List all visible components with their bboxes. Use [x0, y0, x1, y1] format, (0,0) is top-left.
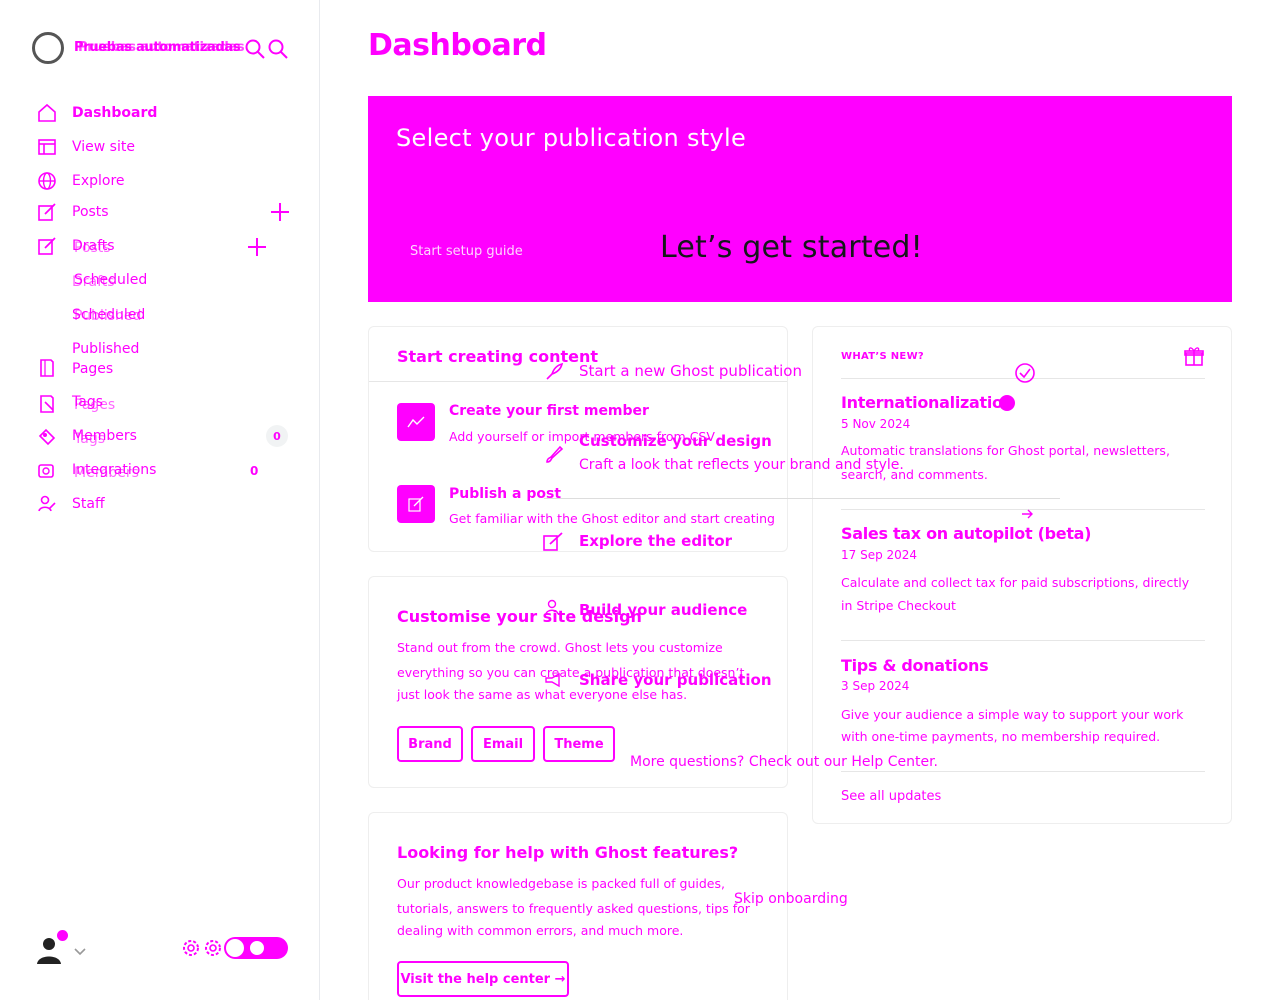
member-icon [397, 403, 435, 441]
step-build-audience[interactable]: Build your audience [579, 601, 747, 619]
sidebar: Pruebas automatizadas Pruebas automatiza… [0, 0, 320, 1000]
whats-new-card: WHAT’S NEW? Internationalization 5 Nov 2… [812, 326, 1232, 824]
card-body-line: Our product knowledgebase is packed full… [397, 876, 725, 891]
update-desc: Automatic translations for Ghost portal,… [841, 443, 1170, 458]
banner-heading: Select your publication style [396, 124, 747, 152]
card-title: Start creating content [397, 347, 599, 366]
pencil-icon [37, 236, 57, 256]
gear-icon[interactable] [202, 937, 224, 963]
sidebar-item-drafts-ghost: Drafts [72, 274, 115, 290]
email-button[interactable]: Email [471, 726, 535, 762]
update-title-link[interactable]: Tips & donations [841, 656, 989, 675]
card-body-line: Stand out from the crowd. Ghost lets you… [397, 640, 723, 655]
whats-new-label: WHAT’S NEW? [841, 351, 924, 362]
start-setup-guide-link[interactable]: Start setup guide [410, 244, 523, 259]
update-desc: with one-time payments, no membership re… [841, 729, 1161, 744]
toggle-knob [226, 939, 244, 957]
sidebar-item-tags-ghost: Tags [74, 431, 105, 447]
integrations-icon [37, 460, 57, 480]
notification-dot-icon [57, 930, 68, 941]
card-body-line: dealing with common errors, and much mor… [397, 923, 684, 938]
add-post-icon[interactable] [247, 237, 267, 261]
gift-icon [1183, 345, 1205, 371]
onboarding-banner: Select your publication style Start setu… [368, 96, 1232, 302]
rocket-icon [544, 362, 564, 386]
publish-post-link[interactable]: Publish a post [449, 486, 561, 502]
check-circle-icon [1014, 362, 1036, 388]
home-icon [37, 103, 57, 123]
sidebar-item-published-ghost: Published [74, 308, 142, 324]
theme-button[interactable]: Theme [543, 726, 615, 762]
user-icon [544, 599, 560, 619]
search-icon[interactable] [267, 38, 289, 64]
post-icon [397, 485, 435, 523]
site-name-ghost: Pruebas automatizadas [78, 40, 245, 55]
create-member-link[interactable]: Create your first member [449, 403, 649, 419]
staff-icon [37, 494, 57, 514]
update-desc: Calculate and collect tax for paid subsc… [841, 575, 1190, 590]
divider [841, 771, 1205, 772]
pencil-icon [542, 532, 564, 556]
divider [544, 498, 1060, 499]
sidebar-item-dashboard[interactable]: Dashboard [72, 104, 157, 122]
see-all-updates-link[interactable]: See all updates [841, 789, 941, 804]
new-badge-dot [999, 395, 1015, 411]
gear-icon[interactable] [180, 937, 202, 963]
page-icon [37, 358, 57, 378]
tag-icon [37, 394, 57, 414]
update-date: 17 Sep 2024 [841, 548, 918, 562]
step-customize-design[interactable]: Customize your design [579, 432, 772, 450]
main-content: Dashboard Select your publication style … [320, 0, 1280, 1000]
sidebar-item-view-site[interactable]: View site [72, 138, 135, 156]
step-customize-desc: Craft a look that reflects your brand an… [579, 457, 904, 473]
help-center-link[interactable]: More questions? Check out our Help Cente… [630, 754, 938, 770]
update-date: 5 Nov 2024 [841, 417, 911, 431]
site-logo-icon[interactable] [32, 32, 64, 64]
sidebar-item-posts-ghost: Posts [74, 240, 111, 256]
paintbrush-icon [544, 444, 564, 468]
sidebar-item-pages[interactable]: Pages [72, 360, 113, 378]
step-start-new-publication[interactable]: Start a new Ghost publication [579, 362, 802, 380]
chevron-down-icon[interactable] [73, 942, 87, 961]
add-post-icon[interactable] [270, 202, 290, 226]
members-count-badge: 0 [266, 425, 288, 447]
toggle-knob [248, 939, 266, 957]
sidebar-item-published[interactable]: Published [72, 340, 139, 358]
card-title: Looking for help with Ghost features? [397, 843, 739, 862]
update-title-link[interactable]: Internationalization [841, 393, 1014, 412]
update-desc: Give your audience a simple way to suppo… [841, 707, 1184, 722]
step-explore-editor[interactable]: Explore the editor [579, 532, 732, 550]
members-icon [37, 427, 57, 447]
sidebar-item-explore[interactable]: Explore [72, 172, 125, 190]
get-started-button[interactable]: Let’s get started! [660, 230, 923, 265]
layout-icon [37, 137, 57, 157]
card-body-line: just look the same as what everyone else… [397, 687, 688, 702]
update-title-link[interactable]: Sales tax on autopilot (beta) [841, 524, 1091, 543]
help-card: Looking for help with Ghost features? Ou… [368, 812, 788, 1000]
chevron-right-icon [1020, 506, 1034, 525]
divider [369, 381, 787, 382]
globe-icon [37, 171, 57, 191]
sidebar-item-pages-ghost: Pages [74, 397, 116, 413]
brand-button[interactable]: Brand [397, 726, 463, 762]
sidebar-item-posts[interactable]: Posts [72, 203, 109, 221]
megaphone-icon [544, 672, 562, 692]
pencil-icon [37, 202, 57, 222]
step-share-publication[interactable]: Share your publication [579, 671, 772, 689]
publish-post-desc: Get familiar with the Ghost editor and s… [449, 511, 775, 526]
visit-help-center-button[interactable]: Visit the help center → [397, 961, 569, 997]
page-title: Dashboard [368, 28, 547, 63]
divider [841, 640, 1205, 641]
integrations-count: 0 [250, 464, 259, 478]
sidebar-item-staff[interactable]: Staff [72, 495, 105, 513]
update-desc: in Stripe Checkout [841, 598, 956, 613]
card-body-line: tutorials, answers to frequently asked q… [397, 901, 750, 916]
skip-onboarding-link[interactable]: Skip onboarding [734, 891, 848, 907]
search-icon[interactable] [244, 38, 266, 64]
dark-mode-toggle[interactable] [224, 937, 288, 959]
sidebar-item-members-ghost: Members [74, 465, 139, 481]
update-date: 3 Sep 2024 [841, 679, 910, 693]
